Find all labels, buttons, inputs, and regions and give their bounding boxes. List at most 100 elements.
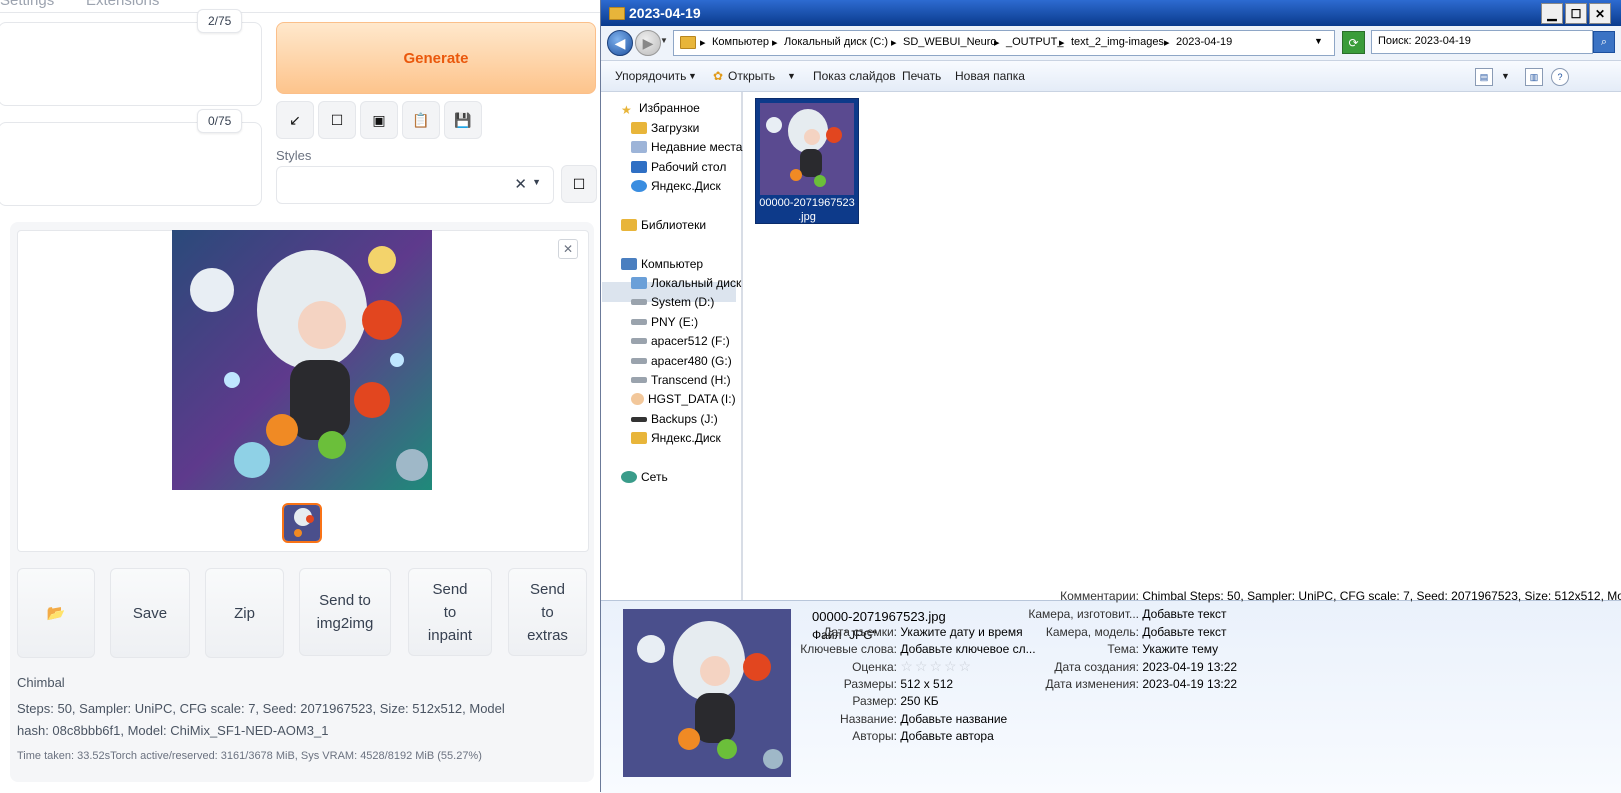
clear-icon[interactable]: ✕ <box>514 175 527 193</box>
details-camera-model[interactable]: Камера, модель: Добавьте текст <box>1021 625 1227 639</box>
breadcrumb-txt2img[interactable]: text_2_img-images <box>1071 36 1164 48</box>
rating-stars-icon[interactable]: ☆☆☆☆☆ <box>900 658 973 674</box>
details-comments[interactable]: Комментарии: Chimbal Steps: 50, Sampler:… <box>1021 589 1621 603</box>
breadcrumb-date-folder[interactable]: 2023-04-19 <box>1176 36 1232 48</box>
send-to-extras-button[interactable]: Send to extras <box>508 568 587 656</box>
nav-libraries[interactable]: Библиотеки <box>621 216 706 234</box>
yandex-disk-icon <box>631 180 647 192</box>
drive-icon <box>631 377 647 383</box>
nav-drive-c[interactable]: Локальный диск ( <box>631 274 749 292</box>
trash-icon[interactable]: ☐ <box>318 101 356 139</box>
tab-extensions[interactable]: Extensions <box>86 0 159 9</box>
nav-drive-h[interactable]: Transcend (H:) <box>631 371 731 389</box>
nav-computer[interactable]: Компьютер <box>621 255 703 273</box>
new-folder-button[interactable]: Новая папка <box>955 69 1025 83</box>
send-to-inpaint-button[interactable]: Send to inpaint <box>408 568 492 656</box>
history-dropdown-icon[interactable]: ▼ <box>660 36 668 45</box>
details-filename: 00000-2071967523.jpg <box>812 609 946 624</box>
nav-yandex-disk[interactable]: Яндекс.Диск <box>631 177 721 195</box>
details-rating[interactable]: Оценка: ☆☆☆☆☆ <box>797 658 973 675</box>
generation-params-text: Steps: 50, Sampler: UniPC, CFG scale: 7,… <box>17 701 505 738</box>
breadcrumb-output[interactable]: _OUTPUT_ <box>1006 36 1063 48</box>
nav-favorites[interactable]: ★ Избранное <box>621 99 700 117</box>
webui-panel: Settings Extensions 2/75 0/75 Generate ↙… <box>0 0 600 792</box>
open-folder-button[interactable]: 📂 <box>17 568 95 658</box>
tab-settings[interactable]: Settings <box>0 0 54 9</box>
details-date-taken[interactable]: Дата съемки: Укажите дату и время <box>797 625 1022 639</box>
details-preview-image <box>623 609 791 777</box>
apply-style-button[interactable]: ☐ <box>561 165 597 203</box>
chevron-down-icon[interactable]: ▼ <box>1314 36 1323 46</box>
negative-prompt-input[interactable] <box>0 122 262 206</box>
breadcrumb-sd-webui[interactable]: SD_WEBUI_Neuro <box>903 36 997 48</box>
details-authors[interactable]: Авторы: Добавьте автора <box>797 729 994 743</box>
chevron-down-icon: ▼ <box>532 177 541 187</box>
file-list: 00000-2071967523 .jpg <box>743 92 1621 600</box>
prompt-input[interactable] <box>0 22 262 106</box>
image-card-icon[interactable]: ▣ <box>360 101 398 139</box>
folder-icon <box>680 36 696 49</box>
organize-menu[interactable]: Упорядочить <box>615 69 686 83</box>
details-subject[interactable]: Тема: Укажите тему <box>1021 642 1218 656</box>
chevron-down-icon: ▼ <box>787 71 796 81</box>
clipboard-icon[interactable]: 📋 <box>402 101 440 139</box>
nav-downloads[interactable]: Загрузки <box>631 119 699 137</box>
refresh-icon[interactable]: ⟳ <box>1342 31 1365 54</box>
file-thumbnail <box>760 103 854 195</box>
view-icon[interactable]: ▤ <box>1475 68 1493 86</box>
details-dimensions: Размеры: 512 x 512 <box>843 677 954 691</box>
nav-drive-f[interactable]: apacer512 (F:) <box>631 332 730 350</box>
title-bar[interactable]: 2023-04-19 ▁ ☐ ✕ <box>601 0 1621 26</box>
send-to-img2img-button[interactable]: Send to img2img <box>299 568 391 656</box>
zip-button[interactable]: Zip <box>205 568 284 658</box>
address-toolbar: ◀ ▶ ▼ ▸ Компьютер ▸ Локальный диск (C:) … <box>601 26 1621 61</box>
chevron-down-icon[interactable]: ▼ <box>1501 71 1510 81</box>
minimize-button[interactable]: ▁ <box>1541 3 1563 24</box>
generation-prompt-text: Chimbal <box>17 675 65 690</box>
preview-pane-icon[interactable]: ▥ <box>1525 68 1543 86</box>
details-keywords[interactable]: Ключевые слова: Добавьте ключевое сл... <box>797 642 1035 656</box>
yandex-folder-icon <box>631 432 647 444</box>
styles-dropdown[interactable]: ✕ ▼ <box>276 166 554 204</box>
breadcrumb-drive-c[interactable]: Локальный диск (C:) <box>784 36 888 48</box>
nav-recent[interactable]: Недавние места <box>631 138 742 156</box>
breadcrumb-computer[interactable]: Компьютер <box>712 36 769 48</box>
search-icon[interactable]: ⌕ <box>1593 31 1615 53</box>
custom-drive-icon <box>631 393 644 405</box>
address-bar[interactable]: ▸ Компьютер ▸ Локальный диск (C:) ▸ SD_W… <box>673 30 1335 56</box>
nav-desktop[interactable]: Рабочий стол <box>631 158 726 176</box>
open-menu[interactable]: Открыть <box>728 69 775 83</box>
close-button[interactable]: ✕ <box>1589 3 1611 24</box>
nav-network[interactable]: Сеть <box>621 468 668 486</box>
forward-arrow-icon[interactable]: ▶ <box>635 30 661 56</box>
nav-drive-i[interactable]: HGST_DATA (I:) <box>631 390 736 408</box>
open-icon: ✿ <box>713 69 724 83</box>
save-button[interactable]: Save <box>110 568 190 658</box>
nav-yandex-disk-2[interactable]: Яндекс.Диск <box>631 429 721 447</box>
network-icon <box>621 471 637 483</box>
file-item[interactable]: 00000-2071967523 .jpg <box>755 98 859 224</box>
nav-drive-e[interactable]: PNY (E:) <box>631 313 698 331</box>
back-arrow-icon[interactable]: ◀ <box>607 30 633 56</box>
window-title: 2023-04-19 <box>629 5 701 21</box>
drive-icon <box>631 319 647 325</box>
slideshow-button[interactable]: Показ слайдов <box>813 69 896 83</box>
nav-drive-j[interactable]: Backups (J:) <box>631 410 718 428</box>
gallery-thumbnail[interactable] <box>282 503 322 543</box>
nav-drive-d[interactable]: System (D:) <box>631 293 714 311</box>
close-icon[interactable]: ✕ <box>558 239 578 259</box>
nav-drive-g[interactable]: apacer480 (G:) <box>631 352 732 370</box>
explorer-window: 2023-04-19 ▁ ☐ ✕ ◀ ▶ ▼ ▸ Компьютер ▸ Лок… <box>600 0 1621 793</box>
maximize-button[interactable]: ☐ <box>1565 3 1587 24</box>
search-input[interactable]: Поиск: 2023-04-19 <box>1371 30 1593 54</box>
print-button[interactable]: Печать <box>902 69 941 83</box>
folder-icon <box>609 7 625 20</box>
details-camera-maker[interactable]: Камера, изготовит... Добавьте текст <box>1021 607 1226 621</box>
details-title[interactable]: Название: Добавьте название <box>797 712 1007 726</box>
help-icon[interactable]: ? <box>1551 68 1569 86</box>
save-disk-icon[interactable]: 💾 <box>444 101 482 139</box>
generate-button[interactable]: Generate <box>276 22 596 94</box>
generated-image[interactable] <box>172 230 432 490</box>
paste-arrow-icon[interactable]: ↙ <box>276 101 314 139</box>
negative-prompt-token-counter: 0/75 <box>197 109 243 133</box>
